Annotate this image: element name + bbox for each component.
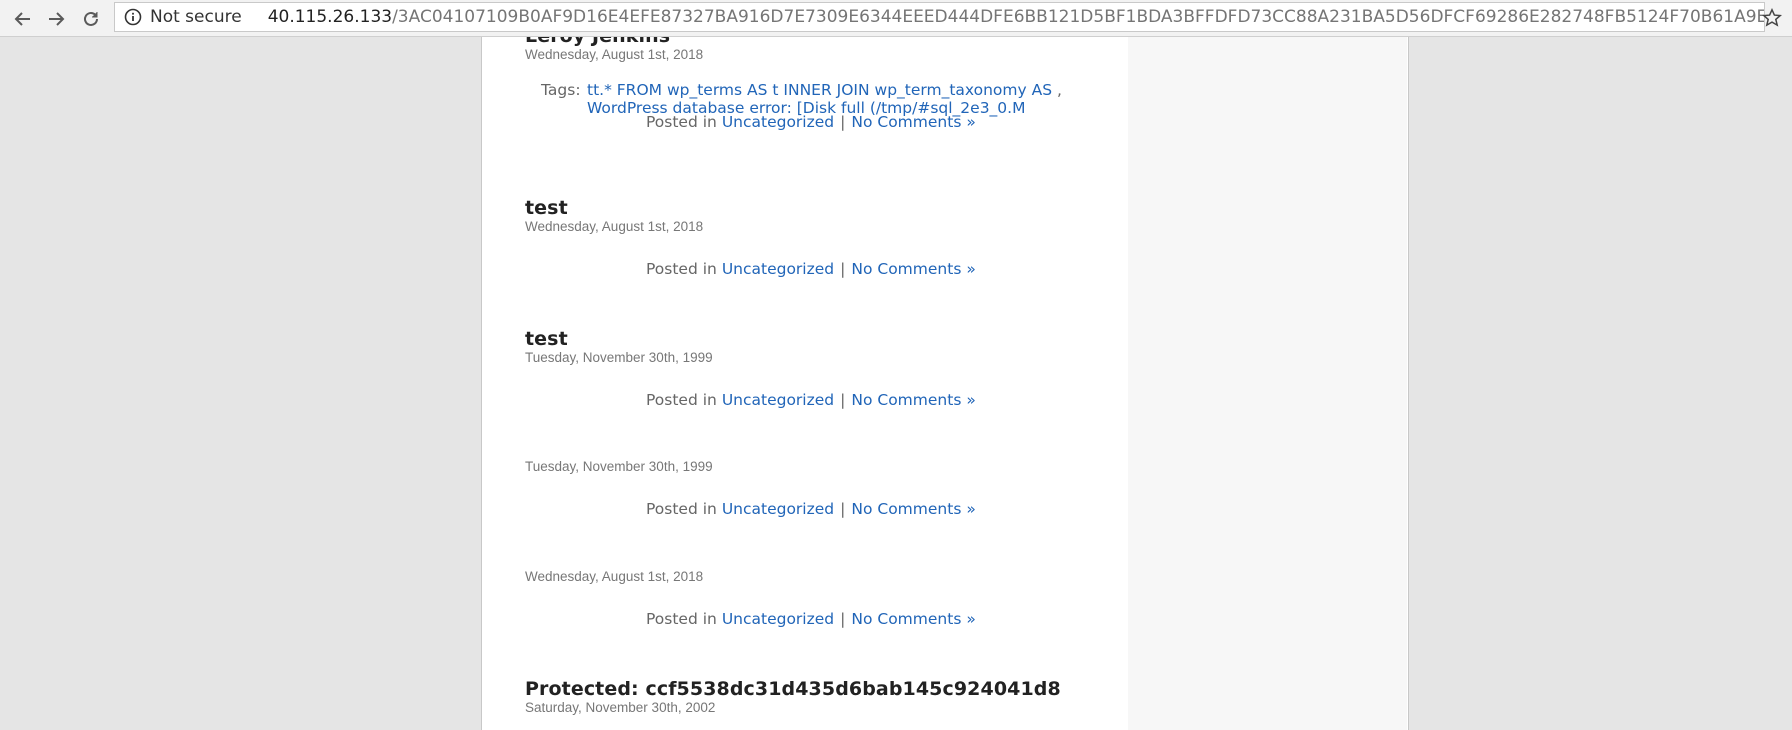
post: test Wednesday, August 1st, 2018	[525, 197, 1085, 235]
star-icon	[1762, 8, 1782, 27]
post-meta: Posted in Uncategorized | No Comments »	[646, 113, 976, 131]
post-date: Wednesday, August 1st, 2018	[525, 47, 704, 62]
address-bar[interactable]: Not secure 40.115.26.133/3AC04107109B0AF…	[114, 2, 1765, 32]
posted-in-label: Posted in	[646, 610, 717, 628]
post-date: Wednesday, August 1st, 2018	[525, 569, 704, 584]
post-meta: Posted in Uncategorized | No Comments »	[646, 500, 976, 518]
category-link[interactable]: Uncategorized	[722, 500, 834, 518]
post: test Tuesday, November 30th, 1999	[525, 328, 1085, 366]
comments-link[interactable]: No Comments »	[851, 610, 975, 628]
posted-in-label: Posted in	[646, 391, 717, 409]
forward-button[interactable]	[43, 6, 69, 32]
bookmark-button[interactable]	[1760, 6, 1784, 30]
back-button[interactable]	[10, 6, 36, 32]
post-meta: Posted in Uncategorized | No Comments »	[646, 391, 976, 409]
posted-in-label: Posted in	[646, 500, 717, 518]
sidebar-area	[1128, 37, 1407, 730]
post: Wednesday, August 1st, 2018	[525, 569, 1085, 585]
post-date: Tuesday, November 30th, 1999	[525, 350, 713, 365]
post-tags: Tags: tt.* FROM wp_terms AS t INNER JOIN …	[541, 81, 1062, 117]
tag-link[interactable]: tt.* FROM wp_terms AS t INNER JOIN wp_te…	[587, 81, 1052, 99]
post-meta: Posted in Uncategorized | No Comments »	[646, 610, 976, 628]
post-title[interactable]: Leroy Jenkins	[525, 37, 1085, 47]
meta-separator: |	[840, 391, 846, 409]
category-link[interactable]: Uncategorized	[722, 260, 834, 278]
comments-link[interactable]: No Comments »	[851, 260, 975, 278]
post-title[interactable]: test	[525, 328, 1085, 350]
post-meta: Posted in Uncategorized | No Comments »	[646, 260, 976, 278]
tags-label: Tags:	[541, 81, 581, 99]
arrow-left-icon	[14, 12, 30, 26]
arrow-right-icon	[49, 12, 65, 26]
meta-separator: |	[840, 610, 846, 628]
posted-in-label: Posted in	[646, 113, 717, 131]
comments-link[interactable]: No Comments »	[851, 113, 975, 131]
post: Leroy Jenkins Wednesday, August 1st, 201…	[525, 37, 1085, 63]
info-icon[interactable]	[124, 8, 142, 26]
category-link[interactable]: Uncategorized	[722, 391, 834, 409]
comments-link[interactable]: No Comments »	[851, 391, 975, 409]
security-label[interactable]: Not secure	[150, 7, 242, 27]
comments-link[interactable]: No Comments »	[851, 500, 975, 518]
meta-separator: |	[840, 260, 846, 278]
reload-button[interactable]	[78, 6, 104, 32]
post: Protected: ccf5538dc31d435d6bab145c92404…	[525, 678, 1085, 716]
url-host: 40.115.26.133	[267, 7, 393, 27]
page-viewport: Leroy Jenkins Wednesday, August 1st, 201…	[0, 37, 1792, 730]
meta-separator: |	[840, 113, 846, 131]
category-link[interactable]: Uncategorized	[722, 113, 834, 131]
post-title[interactable]: test	[525, 197, 1085, 219]
url-path: /3AC04107109B0AF9D16E4EFE87327BA916D7E73…	[392, 7, 1764, 27]
category-link[interactable]: Uncategorized	[722, 610, 834, 628]
reload-icon	[84, 11, 98, 26]
post-date: Saturday, November 30th, 2002	[525, 700, 716, 715]
browser-toolbar: Not secure 40.115.26.133/3AC04107109B0AF…	[0, 0, 1792, 37]
page-frame: Leroy Jenkins Wednesday, August 1st, 201…	[481, 37, 1409, 730]
meta-separator: |	[840, 500, 846, 518]
post: Tuesday, November 30th, 1999	[525, 459, 1085, 475]
post-date: Tuesday, November 30th, 1999	[525, 459, 713, 474]
post-date: Wednesday, August 1st, 2018	[525, 219, 704, 234]
tags-separator: ,	[1056, 81, 1062, 99]
post-title[interactable]: Protected: ccf5538dc31d435d6bab145c92404…	[525, 678, 1085, 700]
posted-in-label: Posted in	[646, 260, 717, 278]
